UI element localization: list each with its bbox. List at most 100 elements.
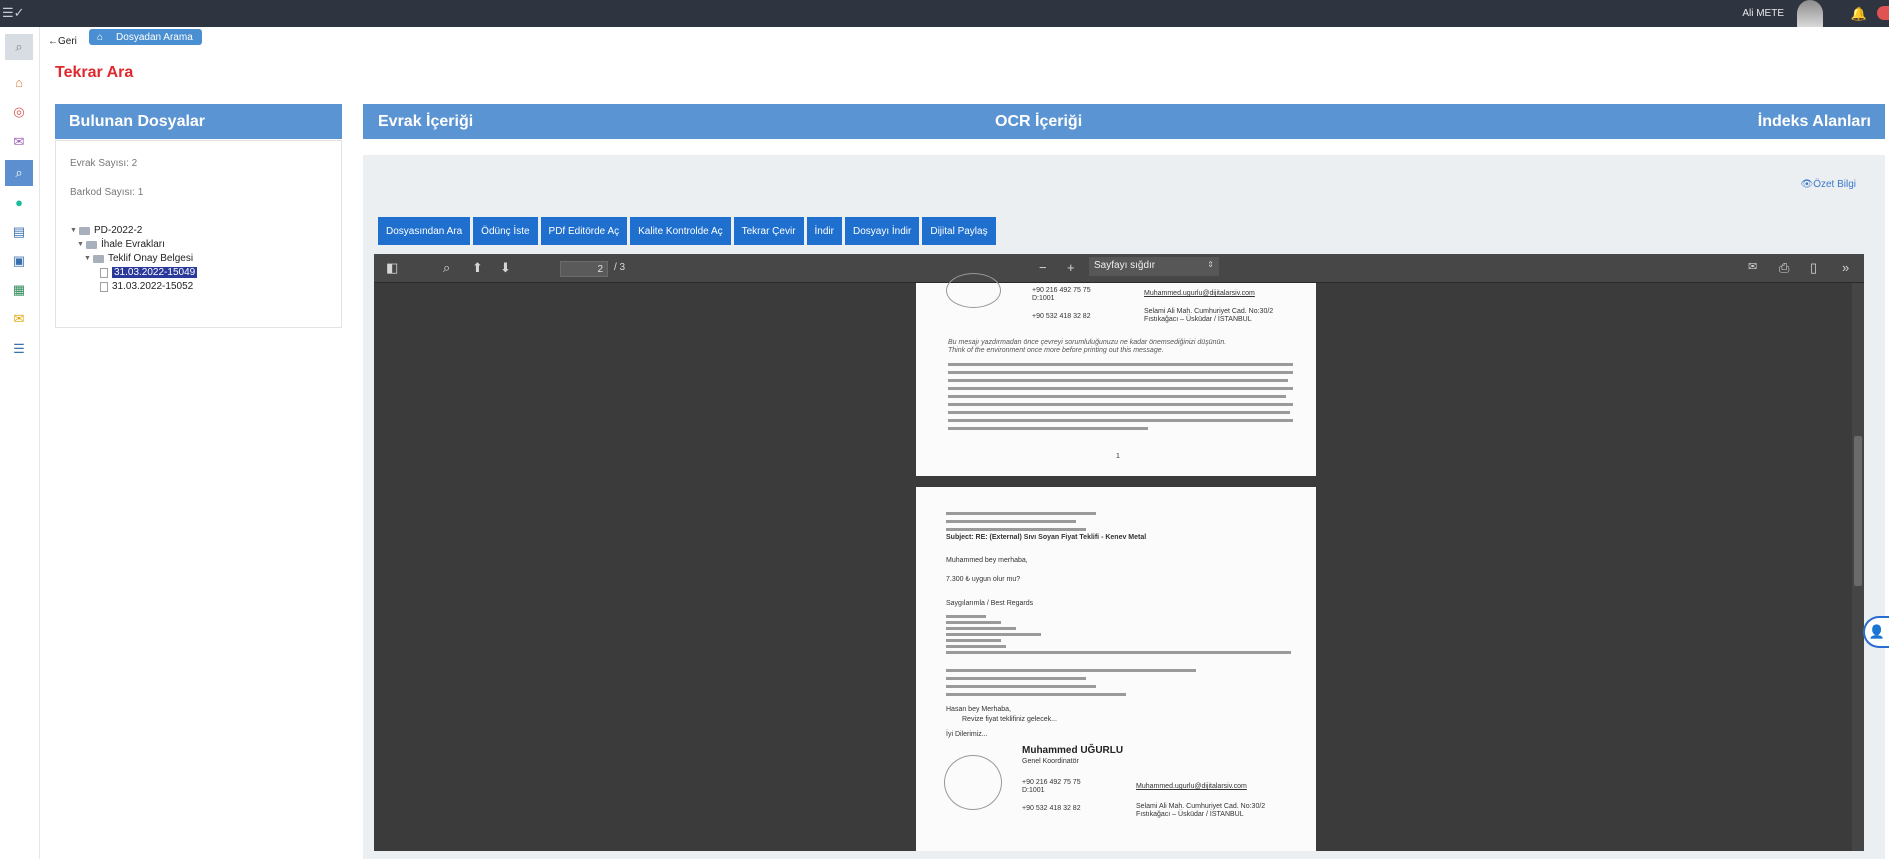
summary-link[interactable]: 👁Özet Bilgi <box>1801 179 1857 190</box>
menu-icon[interactable]: ☰✓ <box>2 5 25 21</box>
download-file-button[interactable]: Dosyayı İndir <box>844 217 920 245</box>
user-support-icon[interactable]: 👤 <box>1863 616 1889 648</box>
globe-icon[interactable]: ◎ <box>5 99 33 125</box>
report-icon[interactable]: ☰ <box>5 336 33 362</box>
summary-label: Özet Bilgi <box>1813 179 1856 190</box>
tree-label: 31.03.2022-15052 <box>112 281 194 292</box>
user-name[interactable]: Ali METE <box>1742 8 1784 19</box>
caret-down-icon[interactable]: ▼ <box>77 241 86 248</box>
printer-icon[interactable]: ▤ <box>5 219 33 245</box>
phone-line: +90 216 492 75 75 <box>1032 287 1091 294</box>
text-line <box>948 371 1293 374</box>
folder-icon <box>93 254 104 263</box>
page-title[interactable]: Tekrar Ara <box>55 64 133 82</box>
text-line <box>946 645 1006 648</box>
sidebar-toggle-icon[interactable]: ◧ <box>386 260 398 276</box>
text-line <box>946 677 1086 680</box>
breadcrumb: ⌂ Dosyadan Arama <box>89 29 202 45</box>
folder-icon <box>79 226 90 235</box>
eye-icon: 👁 <box>1800 179 1814 190</box>
tools-icon[interactable]: » <box>1842 260 1849 275</box>
download-button[interactable]: İndir <box>806 217 842 245</box>
left-panel-header: Bulunan Dosyalar <box>55 104 342 139</box>
zoom-out-icon[interactable]: − <box>1039 260 1047 275</box>
address-line-1: Selami Ali Mah. Cumhuriyet Cad. No:30/2 <box>1136 803 1266 810</box>
window-icon[interactable]: ▣ <box>5 248 33 274</box>
inbox-icon[interactable]: ✉ <box>5 129 33 155</box>
text-line <box>946 615 986 618</box>
tree-node-root[interactable]: ▼ PD-2022-2 <box>70 225 142 236</box>
home-icon[interactable]: ⌂ <box>5 69 33 95</box>
back-link[interactable]: ←Geri <box>48 36 77 47</box>
avatar[interactable] <box>1797 0 1823 27</box>
find-icon[interactable]: ⌕ <box>443 260 450 276</box>
tree-label: PD-2022-2 <box>94 225 143 236</box>
email-greeting: Muhammed bey merhaba, <box>946 557 1028 564</box>
text-line <box>946 528 1086 531</box>
viewer-scrollbar[interactable] <box>1852 283 1864 851</box>
tree-node-file-selected[interactable]: 31.03.2022-15049 <box>100 267 198 278</box>
address-line-2: Fıstıkağacı – Üsküdar / İSTANBUL <box>1136 811 1244 818</box>
page-number-input[interactable] <box>560 261 608 277</box>
back-label: Geri <box>58 36 77 47</box>
open-quality-control-button[interactable]: Kalite Kontrolde Aç <box>630 217 731 245</box>
text-line <box>948 427 1148 430</box>
tree-node-file[interactable]: 31.03.2022-15052 <box>100 281 193 292</box>
tree-label: Teklif Onay Belgesi <box>108 253 194 264</box>
phone-line: +90 216 492 75 75 <box>1022 779 1081 786</box>
sidebar-search-icon[interactable]: ⌕ <box>5 34 33 60</box>
earth-icon[interactable]: ● <box>5 189 33 215</box>
tree-label: 31.03.2022-15049 <box>112 267 198 278</box>
zoom-in-icon[interactable]: + <box>1067 260 1075 275</box>
borrow-request-button[interactable]: Ödünç İste <box>473 217 538 245</box>
phone-ext: D:1001 <box>1032 295 1055 302</box>
digital-share-button[interactable]: Dijital Paylaş <box>922 217 996 245</box>
tab-indeks[interactable]: İndeks Alanları <box>1758 113 1871 131</box>
text-line <box>946 669 1196 672</box>
found-files-panel: Evrak Sayısı: 2 Barkod Sayısı: 1 ▼ PD-202… <box>55 140 342 328</box>
previous-page-icon[interactable]: ⬆ <box>472 260 483 276</box>
mail-icon[interactable]: ✉ <box>5 306 33 332</box>
text-line <box>946 639 1001 642</box>
save-icon[interactable]: ▯ <box>1810 260 1817 276</box>
zoom-select[interactable]: Sayfayı sığdır ⇕ <box>1089 257 1219 276</box>
email-icon[interactable]: ✉ <box>1748 260 1757 273</box>
sidebar: ⌕ ⌂ ◎ ✉ ⌕ ● ▤ ▣ ▦ ✉ ☰ <box>0 27 40 859</box>
reply-body: Revize fiyat teklifiniz gelecek... <box>962 716 1057 723</box>
text-line <box>946 633 1041 636</box>
home-breadcrumb-icon[interactable]: ⌂ <box>97 32 103 43</box>
text-line <box>948 411 1290 414</box>
email-subject: Subject: RE: (External) Sıvı Soyan Fiyat… <box>946 534 1147 541</box>
email-line: Muhammed.ugurlu@dijitalarsiv.com <box>1144 290 1255 297</box>
page-footer: 1 <box>1116 453 1120 460</box>
print-icon[interactable]: ⎙ <box>1779 260 1789 276</box>
mobile-line: +90 532 418 32 82 <box>1032 313 1091 320</box>
tree-node-folder[interactable]: ▼ İhale Evrakları <box>77 239 165 250</box>
scrollbar-thumb[interactable] <box>1854 436 1862 586</box>
bell-icon[interactable]: 🔔 <box>1851 6 1867 22</box>
breadcrumb-item[interactable]: Dosyadan Arama <box>116 32 193 43</box>
caret-down-icon[interactable]: ▼ <box>70 227 79 234</box>
signature-name: Muhammed UĞURLU <box>1022 745 1124 756</box>
text-line <box>948 395 1286 398</box>
reconvert-button[interactable]: Tekrar Çevir <box>733 217 804 245</box>
tab-evrak[interactable]: Evrak İçeriği <box>378 113 473 131</box>
help-icon[interactable] <box>1877 6 1889 20</box>
page-total: / 3 <box>614 262 626 273</box>
address-line-1: Selami Ali Mah. Cumhuriyet Cad. No:30/2 <box>1144 308 1274 315</box>
tree-node-folder[interactable]: ▼ Teklif Onay Belgesi <box>84 253 193 264</box>
briefcase-icon[interactable]: ▦ <box>5 277 33 303</box>
pdf-page-1: +90 216 492 75 75 D:1001 Muhammed.ugurlu… <box>916 273 1316 476</box>
barkod-count: Barkod Sayısı: 1 <box>70 187 144 198</box>
next-page-icon[interactable]: ⬇ <box>500 260 511 276</box>
search-in-file-button[interactable]: Dosyasından Ara <box>378 217 471 245</box>
text-line <box>946 627 1016 630</box>
open-pdf-editor-button[interactable]: PDf Editörde Aç <box>540 217 628 245</box>
caret-down-icon[interactable]: ▼ <box>84 255 93 262</box>
text-line <box>946 693 1126 696</box>
tab-ocr[interactable]: OCR İçeriği <box>995 113 1082 131</box>
search-icon[interactable]: ⌕ <box>5 160 33 186</box>
phone-ext: D:1001 <box>1022 787 1045 794</box>
pdf-viewer: ◧ ⌕ ⬆ ⬇ / 3 − + Sayfayı sığdır⇕ ✉ ⎙ ▯ » … <box>374 254 1864 851</box>
address-line-2: Fıstıkağacı – Üsküdar / İSTANBUL <box>1144 316 1252 323</box>
